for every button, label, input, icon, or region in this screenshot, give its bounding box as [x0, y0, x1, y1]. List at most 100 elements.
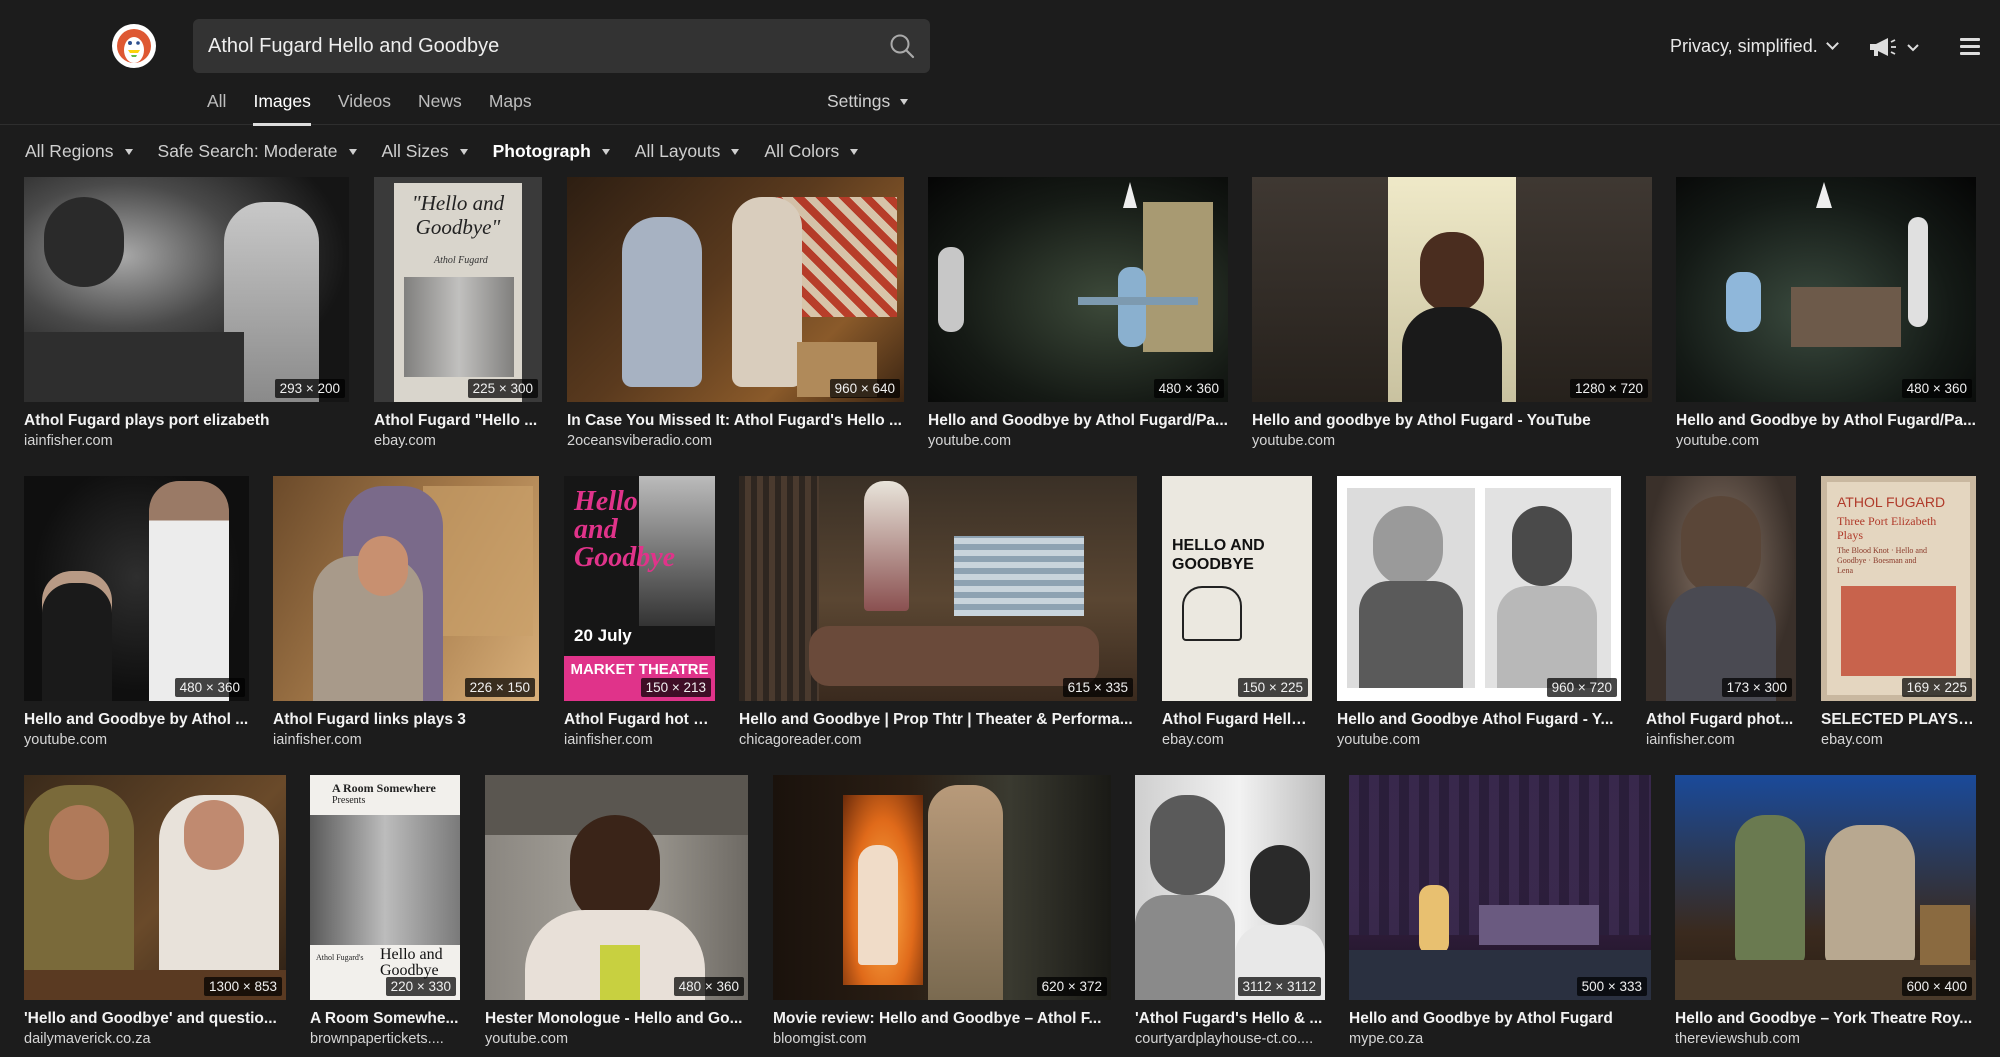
result-title[interactable]: Hello and Goodbye | Prop Thtr | Theater … — [739, 711, 1137, 729]
result-source[interactable]: thereviewshub.com — [1675, 1031, 1976, 1047]
result-title[interactable]: 'Hello and Goodbye' and questio... — [24, 1010, 286, 1028]
result-source[interactable]: iainfisher.com — [24, 433, 349, 449]
result-title[interactable]: Movie review: Hello and Goodbye – Athol … — [773, 1010, 1111, 1028]
cover-title: HELLO AND GOODBYE — [1172, 537, 1265, 573]
image-dimensions: 500 × 333 — [1576, 977, 1647, 996]
result-source[interactable]: youtube.com — [1252, 433, 1652, 449]
result-source[interactable]: ebay.com — [374, 433, 542, 449]
thumbnail: ATHOL FUGARD Three Port Elizabeth Plays … — [1821, 476, 1976, 701]
result-title[interactable]: SELECTED PLAYS: ... — [1821, 711, 1976, 729]
filter-safe-search[interactable]: Safe Search: Moderate — [158, 138, 357, 166]
result-source[interactable]: youtube.com — [24, 732, 249, 748]
settings-dropdown[interactable]: Settings — [827, 84, 909, 118]
privacy-dropdown[interactable]: Privacy, simplified. — [1670, 36, 1839, 57]
filter-layouts[interactable]: All Layouts — [635, 138, 740, 166]
result-title[interactable]: In Case You Missed It: Athol Fugard's He… — [567, 412, 904, 430]
result-source[interactable]: youtube.com — [485, 1031, 748, 1047]
result-source[interactable]: iainfisher.com — [1646, 732, 1796, 748]
result-source[interactable]: bloomgist.com — [773, 1031, 1111, 1047]
image-dimensions: 150 × 213 — [640, 678, 711, 697]
filter-type[interactable]: Photograph — [493, 138, 610, 166]
filter-sizes[interactable]: All Sizes — [382, 138, 468, 166]
thumbnail: 1280 × 720 — [1252, 177, 1652, 402]
poster-title: Hello and Goodbye — [380, 946, 443, 979]
result-title[interactable]: Hello and Goodbye – York Theatre Roy... — [1675, 1010, 1976, 1028]
result-source[interactable]: youtube.com — [1676, 433, 1976, 449]
poster-top: A Room Somewhere — [332, 781, 436, 795]
image-dimensions: 1280 × 720 — [1570, 379, 1648, 398]
result-title[interactable]: Hello and Goodbye by Athol Fugard — [1349, 1010, 1651, 1028]
image-dimensions: 600 × 400 — [1901, 977, 1972, 996]
result-source[interactable]: ebay.com — [1162, 732, 1312, 748]
book-subtitle: The Blood Knot · Hello and Goodbye · Boe… — [1837, 546, 1927, 575]
image-dimensions: 480 × 360 — [673, 977, 744, 996]
result-title[interactable]: Hello and Goodbye by Athol Fugard/Pa... — [928, 412, 1228, 430]
image-dimensions: 226 × 150 — [464, 678, 535, 697]
image-dimensions: 225 × 300 — [467, 379, 538, 398]
thumbnail: 480 × 360 — [24, 476, 249, 701]
thumbnail: 226 × 150 — [273, 476, 539, 701]
caret-down-icon — [900, 99, 909, 106]
result-source[interactable]: iainfisher.com — [564, 732, 715, 748]
result-title[interactable]: Athol Fugard phot... — [1646, 711, 1796, 729]
result-title[interactable]: Athol Fugard Hello... — [1162, 711, 1312, 729]
search-box[interactable]: Athol Fugard Hello and Goodbye — [193, 19, 930, 73]
result-source[interactable]: youtube.com — [928, 433, 1228, 449]
duckduckgo-logo[interactable] — [112, 24, 156, 68]
thumbnail: 3112 × 3112 — [1135, 775, 1325, 1000]
result-title[interactable]: Athol Fugard "Hello ... — [374, 412, 542, 430]
result-source[interactable]: courtyardplayhouse-ct.co.... — [1135, 1031, 1325, 1047]
result-source[interactable]: iainfisher.com — [273, 732, 539, 748]
image-dimensions: 615 × 335 — [1062, 678, 1133, 697]
thumbnail: "Hello and Goodbye" Athol Fugard 225 × 3… — [374, 177, 542, 402]
image-dimensions: 620 × 372 — [1036, 977, 1107, 996]
thumbnail: 615 × 335 — [739, 476, 1137, 701]
poster-author: Athol Fugard's — [316, 953, 364, 962]
result-source[interactable]: dailymaverick.co.za — [24, 1031, 286, 1047]
result-source[interactable]: brownpapertickets.... — [310, 1031, 460, 1047]
thumbnail: Hello and Goodbye 20 July MARKET THEATRE… — [564, 476, 715, 701]
thumbnail: 480 × 360 — [485, 775, 748, 1000]
result-source[interactable]: 2oceansviberadio.com — [567, 433, 904, 449]
result-title[interactable]: Hello and Goodbye by Athol Fugard/Pa... — [1676, 412, 1976, 430]
thumbnail: HELLO AND GOODBYE 150 × 225 — [1162, 476, 1312, 701]
result-source[interactable]: mype.co.za — [1349, 1031, 1651, 1047]
thumbnail: A Room Somewhere Presents Athol Fugard's… — [310, 775, 460, 1000]
search-input[interactable]: Athol Fugard Hello and Goodbye — [208, 19, 499, 73]
result-title[interactable]: Athol Fugard hot n... — [564, 711, 715, 729]
result-title[interactable]: Athol Fugard links plays 3 — [273, 711, 539, 729]
cover-author: Athol Fugard — [434, 255, 488, 266]
tab-maps[interactable]: Maps — [489, 84, 532, 126]
thumbnail: 500 × 333 — [1349, 775, 1651, 1000]
caret-down-icon — [124, 149, 133, 156]
tab-all[interactable]: All — [207, 84, 226, 126]
header: Athol Fugard Hello and Goodbye All Image… — [0, 0, 2000, 126]
result-title[interactable]: Hester Monologue - Hello and Go... — [485, 1010, 748, 1028]
filter-bar: All Regions Safe Search: Moderate All Si… — [25, 138, 883, 166]
filter-colors[interactable]: All Colors — [764, 138, 859, 166]
image-dimensions: 3112 × 3112 — [1237, 977, 1321, 996]
caret-down-icon — [348, 149, 357, 156]
image-dimensions: 220 × 330 — [385, 977, 456, 996]
tab-news[interactable]: News — [418, 84, 462, 126]
tab-videos[interactable]: Videos — [338, 84, 391, 126]
tab-images[interactable]: Images — [253, 84, 312, 126]
result-source[interactable]: chicagoreader.com — [739, 732, 1137, 748]
result-title[interactable]: Athol Fugard plays port elizabeth — [24, 412, 349, 430]
thumbnail: 960 × 640 — [567, 177, 904, 402]
result-source[interactable]: ebay.com — [1821, 732, 1976, 748]
result-source[interactable]: youtube.com — [1337, 732, 1621, 748]
search-icon[interactable] — [888, 32, 916, 60]
caret-down-icon — [731, 149, 740, 156]
result-title[interactable]: A Room Somewhe... — [310, 1010, 460, 1028]
hamburger-menu-icon[interactable] — [1960, 38, 1980, 55]
filter-regions[interactable]: All Regions — [25, 138, 133, 166]
result-title[interactable]: Hello and goodbye by Athol Fugard - YouT… — [1252, 412, 1652, 430]
result-title[interactable]: Hello and Goodbye by Athol ... — [24, 711, 249, 729]
thumbnail: 293 × 200 — [24, 177, 349, 402]
image-dimensions: 960 × 640 — [829, 379, 900, 398]
megaphone-dropdown[interactable] — [1868, 36, 1922, 65]
result-title[interactable]: 'Athol Fugard's Hello & ... — [1135, 1010, 1325, 1028]
thumbnail: 480 × 360 — [928, 177, 1228, 402]
result-title[interactable]: Hello and Goodbye Athol Fugard - Y... — [1337, 711, 1621, 729]
